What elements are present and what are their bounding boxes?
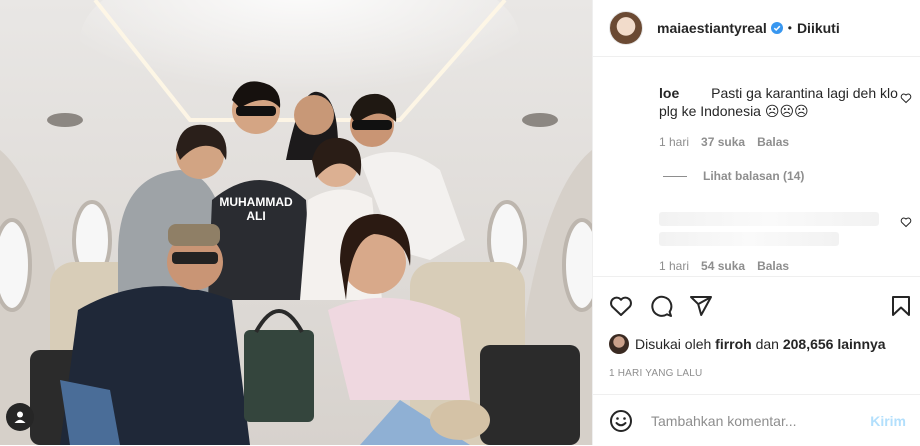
- post-photo[interactable]: MUHAMMAD ALI: [0, 0, 592, 445]
- comment-likes[interactable]: 37 suka: [701, 135, 745, 149]
- comment-time: 1 hari: [659, 135, 690, 149]
- sweater-text-line2: ALI: [246, 209, 265, 223]
- liker-avatar[interactable]: [609, 334, 629, 354]
- post-date[interactable]: 1 HARI YANG LALU: [609, 368, 702, 379]
- user-tag-button[interactable]: [6, 403, 34, 431]
- heart-icon[interactable]: [609, 294, 633, 318]
- comment-likes[interactable]: 54 suka: [701, 259, 745, 273]
- comment-text: Pasti ga karantina lagi deh klo plg ke I…: [659, 85, 898, 119]
- comment-like-heart-icon[interactable]: [900, 92, 912, 104]
- comment-time: 1 hari: [659, 259, 690, 273]
- reply-button[interactable]: Balas: [757, 259, 789, 273]
- likes-conjunction: dan: [755, 336, 779, 352]
- follow-button[interactable]: Diikuti: [797, 20, 840, 36]
- likes-count[interactable]: 208,656 lainnya: [783, 336, 886, 352]
- comments-list: loe Pasti ga karantina lagi deh klo plg …: [593, 58, 920, 276]
- comment-like-heart-icon[interactable]: [900, 216, 912, 228]
- blurred-comment: [659, 212, 879, 226]
- post-comment-button[interactable]: Kirim: [870, 413, 906, 429]
- post-side-panel: maiaestiantyreal • Diikuti loe Pasti ga …: [592, 0, 920, 445]
- comment-meta: 1 hari 37 suka Balas: [659, 135, 789, 149]
- save-icon[interactable]: [889, 294, 913, 318]
- instagram-post: MUHAMMAD ALI maiaestiantyreal • Diikuti …: [0, 0, 920, 445]
- separator-dot: •: [787, 21, 792, 35]
- group-photo: MUHAMMAD ALI: [0, 0, 592, 445]
- comment-handle[interactable]: loe: [659, 85, 679, 101]
- emoji-icon[interactable]: [609, 409, 633, 433]
- post-header: maiaestiantyreal • Diikuti: [593, 0, 920, 57]
- comment-box: Kirim: [593, 394, 920, 446]
- comment-input[interactable]: [649, 411, 863, 430]
- blurred-comment-line2: [659, 232, 839, 246]
- verified-icon: [770, 22, 783, 34]
- view-replies-button[interactable]: Lihat balasan (14): [663, 169, 804, 183]
- comment-meta: 1 hari 54 suka Balas: [659, 259, 789, 273]
- likes-summary: Disukai oleh firroh dan 208,656 lainnya: [609, 334, 886, 354]
- liker-username[interactable]: firroh: [715, 336, 752, 352]
- likes-prefix: Disukai oleh: [635, 336, 712, 352]
- reply-button[interactable]: Balas: [757, 135, 789, 149]
- sweater-text-line1: MUHAMMAD: [219, 195, 293, 209]
- replies-line: [663, 175, 687, 177]
- share-icon[interactable]: [689, 294, 713, 318]
- username[interactable]: maiaestiantyreal: [657, 20, 767, 36]
- view-replies-label: Lihat balasan (14): [703, 169, 805, 183]
- user-tag-icon: [14, 411, 26, 423]
- post-actions: Disukai oleh firroh dan 208,656 lainnya …: [593, 276, 920, 446]
- comment-icon[interactable]: [649, 294, 673, 318]
- avatar[interactable]: [609, 11, 643, 45]
- comment-item: loe Pasti ga karantina lagi deh klo plg …: [659, 84, 899, 120]
